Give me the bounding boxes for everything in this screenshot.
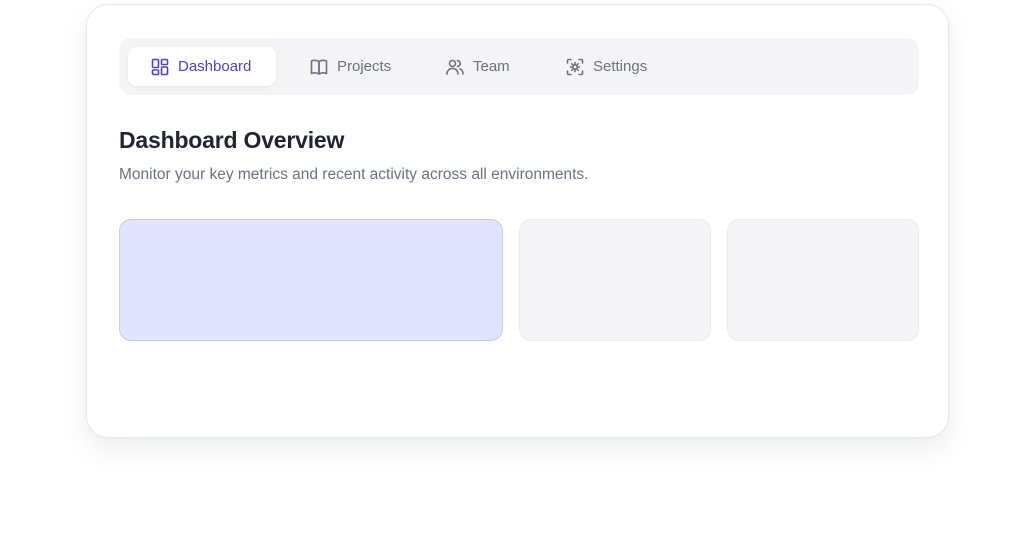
tab-projects-label: Projects	[337, 58, 392, 75]
page-subtitle: Monitor your key metrics and recent acti…	[119, 166, 589, 183]
dashboard-card: Dashboard Projects Team Settings Dashboa…	[86, 4, 949, 438]
tab-settings-label: Settings	[593, 58, 648, 75]
tab-dashboard-label: Dashboard	[178, 58, 252, 75]
users-icon	[445, 57, 465, 77]
primary-panel	[119, 219, 503, 341]
tab-projects[interactable]: Projects	[287, 47, 413, 86]
tab-team-label: Team	[473, 58, 510, 75]
tab-dashboard[interactable]: Dashboard	[128, 47, 276, 86]
tab-bar: Dashboard Projects Team Settings	[119, 38, 919, 95]
settings-scan-icon	[565, 57, 585, 77]
layout-grid-icon	[150, 57, 170, 77]
secondary-panel	[519, 219, 711, 341]
tertiary-panel	[727, 219, 919, 341]
book-open-icon	[309, 57, 329, 77]
page-title: Dashboard Overview	[119, 127, 345, 153]
tab-team[interactable]: Team	[423, 47, 532, 86]
tab-settings[interactable]: Settings	[543, 47, 669, 86]
